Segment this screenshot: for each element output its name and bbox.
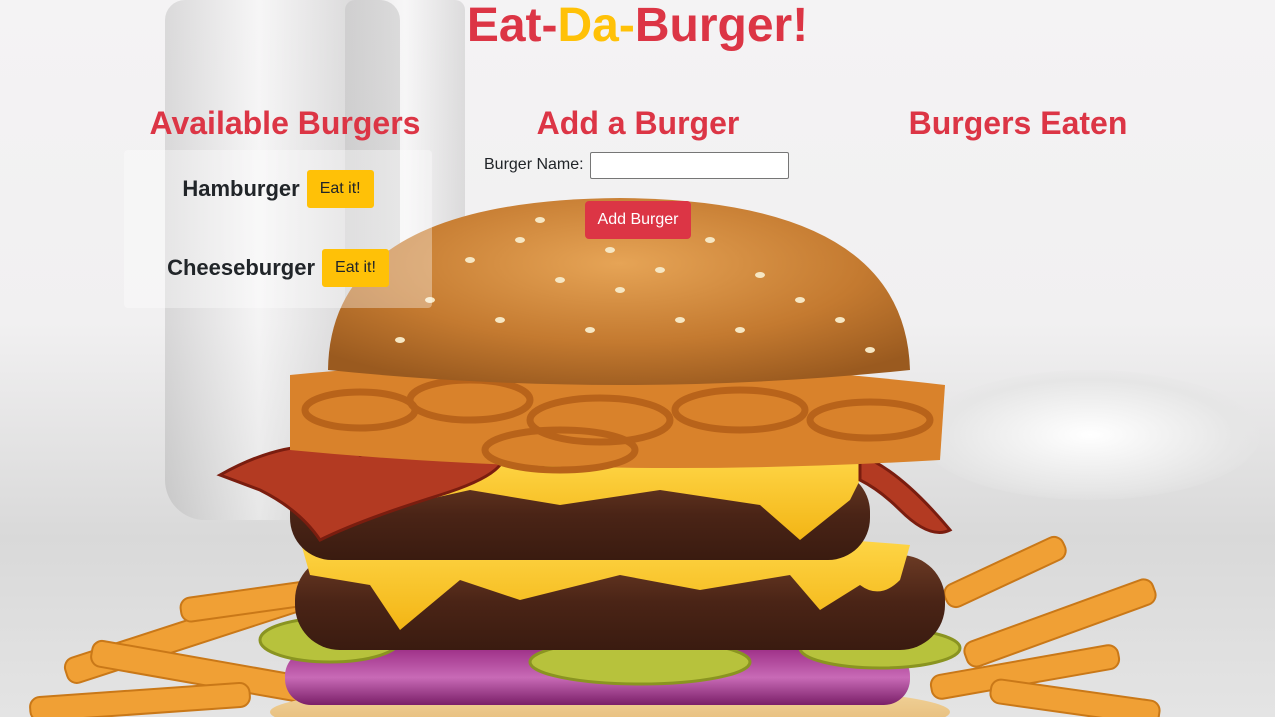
- burger-name-input[interactable]: [589, 151, 789, 179]
- eat-it-button[interactable]: Eat it!: [322, 249, 389, 287]
- page-title: Eat-Da-Burger!: [0, 0, 1275, 52]
- title-part-da: Da-: [557, 0, 635, 52]
- available-burgers-list: Hamburger Eat it! Cheeseburger Eat it!: [124, 150, 432, 308]
- title-part-eat: Eat-: [466, 0, 558, 52]
- list-item: Cheeseburger Eat it!: [124, 248, 432, 288]
- available-burgers-heading: Available Burgers: [149, 105, 421, 141]
- title-part-burger: Burger!: [634, 0, 809, 52]
- add-burger-button[interactable]: Add Burger: [585, 201, 691, 239]
- add-burger-form: Burger Name:: [484, 150, 789, 180]
- burger-name: Hamburger: [182, 176, 300, 201]
- background-plate: [920, 370, 1260, 500]
- add-burger-heading: Add a Burger: [536, 105, 740, 141]
- burger-name: Cheeseburger: [167, 255, 316, 280]
- burgers-eaten-heading: Burgers Eaten: [908, 105, 1128, 141]
- eat-it-button[interactable]: Eat it!: [306, 170, 374, 208]
- burger-name-label: Burger Name:: [484, 156, 584, 173]
- list-item: Hamburger Eat it!: [124, 169, 432, 209]
